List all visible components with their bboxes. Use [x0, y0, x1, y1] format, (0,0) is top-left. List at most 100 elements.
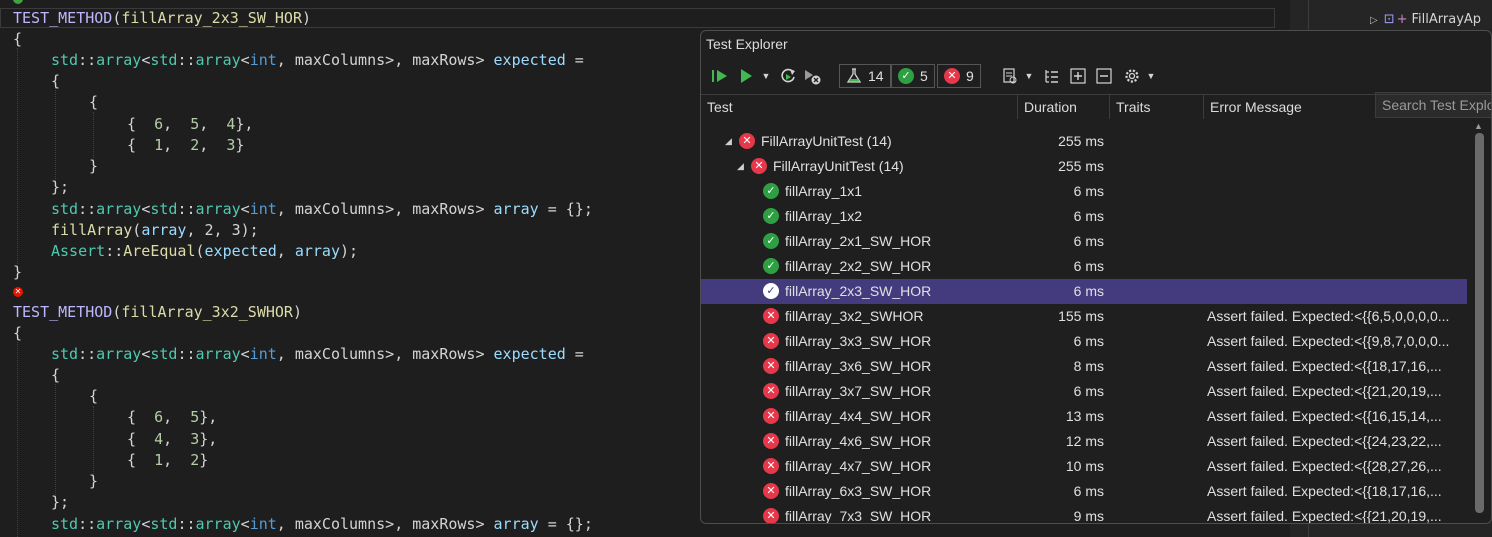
test-name: fillArray_4x4_SW_HOR [785, 408, 932, 424]
code-line: TEST_METHOD(fillArray_2x3_SW_HOR) [13, 9, 312, 27]
test-row[interactable]: ✕ fillArray_6x3_SW_HOR 6 ms Assert failed. … [701, 479, 1467, 504]
test-duration: 6 ms [1073, 233, 1104, 249]
test-duration: 255 ms [1058, 133, 1104, 149]
window-title: Test Explorer [706, 36, 788, 52]
test-error-message: Assert failed. Expected:<{{24,23,22,... [1207, 433, 1442, 449]
test-row[interactable]: ✕ fillArray_3x2_SWHOR 155 ms Assert failed.… [701, 304, 1467, 329]
code-line: { 6, 5, 4}, [127, 115, 254, 133]
collapse-all-icon [1096, 68, 1112, 84]
code-line: std::array<std::array<int, maxColumns>, … [51, 345, 593, 363]
hierarchy-icon [1045, 70, 1058, 83]
test-error-message: Assert failed. Expected:<{{21,20,19,... [1207, 383, 1442, 399]
test-name: fillArray_1x1 [785, 183, 863, 199]
expand-toggle-icon[interactable]: ◢ [725, 129, 732, 154]
filter-dropdown[interactable]: ▼ [1023, 65, 1035, 87]
test-error-message: Assert failed. Expected:<{{18,17,16,... [1207, 358, 1442, 374]
test-name: FillArrayUnitTest (14) [773, 158, 904, 174]
test-duration: 6 ms [1073, 258, 1104, 274]
collapse-all-button[interactable] [1093, 65, 1115, 87]
chevron-down-icon: ▼ [761, 71, 771, 81]
code-line: }; [51, 178, 70, 196]
scrollbar-thumb[interactable] [1475, 133, 1484, 513]
test-name: FillArrayUnitTest (14) [761, 133, 892, 149]
passed-tests-counter[interactable]: ✓ 5 [891, 64, 935, 88]
group-by-button[interactable] [1041, 65, 1063, 87]
fail-icon: ✕ [763, 483, 779, 499]
run-all-icon [712, 70, 727, 82]
test-row[interactable]: ◢ ✕ FillArrayUnitTest (14) 255 ms [701, 129, 1467, 154]
cancel-button[interactable] [801, 65, 823, 87]
test-row[interactable]: ✕ fillArray_4x6_SW_HOR 12 ms Assert failed.… [701, 429, 1467, 454]
test-row[interactable]: ✕ fillArray_4x4_SW_HOR 13 ms Assert failed.… [701, 404, 1467, 429]
failed-tests-counter[interactable]: ✕ 9 [937, 64, 981, 88]
expand-toggle-icon[interactable]: ◢ [737, 154, 744, 179]
test-duration: 6 ms [1073, 283, 1104, 299]
test-name: fillArray_3x2_SWHOR [785, 308, 924, 324]
vertical-scrollbar[interactable]: ▲ [1469, 119, 1491, 523]
test-error-message: Assert failed. Expected:<{{9,8,7,0,0,0..… [1207, 333, 1450, 349]
run-button[interactable] [735, 65, 757, 87]
test-duration: 155 ms [1058, 308, 1104, 324]
expand-all-button[interactable] [1067, 65, 1089, 87]
run-dropdown[interactable]: ▼ [759, 65, 773, 87]
error-glyph-icon[interactable]: ✕ [13, 287, 23, 297]
test-error-message: Assert failed. Expected:<{{16,15,14,... [1207, 408, 1442, 424]
plus-icon: + [1396, 12, 1408, 27]
test-row[interactable]: ✕ fillArray_3x3_SW_HOR 6 ms Assert failed. … [701, 329, 1467, 354]
column-header: Test Duration Traits Error Message [701, 94, 1491, 120]
toolbar: ▼ 14 ✓ 5 ✕ 9 ▼ ▼ Search Test Explo [701, 61, 1491, 118]
code-line: Assert::AreEqual(expected, array); [51, 242, 359, 260]
code-line: }; [51, 493, 70, 511]
code-line: } [13, 263, 23, 281]
code-line: { [51, 366, 61, 384]
code-line: { [51, 72, 61, 90]
total-tests-counter[interactable]: 14 [839, 64, 891, 88]
code-line: { 4, 3}, [127, 430, 218, 448]
filter-button[interactable] [999, 65, 1021, 87]
settings-dropdown[interactable]: ▼ [1145, 65, 1157, 87]
test-name: fillArray_2x2_SW_HOR [785, 258, 932, 274]
pass-icon: ✓ [763, 208, 779, 224]
test-row[interactable]: ✓ fillArray_2x3_SW_HOR 6 ms [701, 279, 1467, 304]
test-row[interactable]: ✕ fillArray_4x7_SW_HOR 10 ms Assert failed.… [701, 454, 1467, 479]
column-error-message[interactable]: Error Message [1203, 95, 1467, 119]
rerun-button[interactable] [777, 65, 799, 87]
chevron-down-icon: ▼ [1146, 71, 1156, 81]
fail-icon: ✕ [763, 508, 779, 523]
test-row[interactable]: ◢ ✕ FillArrayUnitTest (14) 255 ms [701, 154, 1467, 179]
test-row[interactable]: ✕ fillArray_3x7_SW_HOR 6 ms Assert failed. … [701, 379, 1467, 404]
flask-icon [846, 68, 862, 83]
test-row[interactable]: ✓ fillArray_1x2 6 ms [701, 204, 1467, 229]
code-line: } [89, 157, 99, 175]
fail-icon: ✕ [739, 133, 755, 149]
run-all-button[interactable] [709, 65, 731, 87]
test-name: fillArray_4x7_SW_HOR [785, 458, 932, 474]
settings-button[interactable] [1121, 65, 1143, 87]
code-line: { [89, 93, 99, 111]
column-duration[interactable]: Duration [1017, 95, 1109, 119]
test-row[interactable]: ✕ fillArray_3x6_SW_HOR 8 ms Assert failed. … [701, 354, 1467, 379]
test-row[interactable]: ✓ fillArray_2x1_SW_HOR 6 ms [701, 229, 1467, 254]
expand-all-icon [1070, 68, 1086, 84]
test-duration: 6 ms [1073, 183, 1104, 199]
failed-count: 9 [966, 68, 974, 84]
test-explorer-window: Test Explorer ▼ 14 ✓ 5 ✕ 9 ▼ ▼ Search Te… [700, 30, 1492, 524]
scroll-up-icon[interactable]: ▲ [1474, 121, 1483, 131]
pass-icon: ✓ [763, 233, 779, 249]
solution-item[interactable]: ▷ ⊡ + FillArrayAp [1370, 12, 1481, 27]
code-line: } [89, 472, 99, 490]
code-line: { [13, 30, 23, 48]
pass-icon: ✓ [763, 283, 779, 299]
passed-count: 5 [920, 68, 928, 84]
cancel-icon [805, 70, 821, 85]
test-row[interactable]: ✓ fillArray_1x1 6 ms [701, 179, 1467, 204]
test-duration: 6 ms [1073, 208, 1104, 224]
test-row[interactable]: ✓ fillArray_2x2_SW_HOR 6 ms [701, 254, 1467, 279]
solution-item-label: FillArrayAp [1411, 12, 1482, 27]
code-line: fillArray(array, 2, 3); [51, 221, 259, 239]
column-test[interactable]: Test [701, 95, 1017, 119]
test-row[interactable]: ✕ fillArray_7x3_SW_HOR 9 ms Assert failed. … [701, 504, 1467, 523]
chevron-down-icon: ▼ [1024, 71, 1034, 81]
code-line: TEST_METHOD(fillArray_3x2_SWHOR) [13, 303, 302, 321]
column-traits[interactable]: Traits [1109, 95, 1203, 119]
